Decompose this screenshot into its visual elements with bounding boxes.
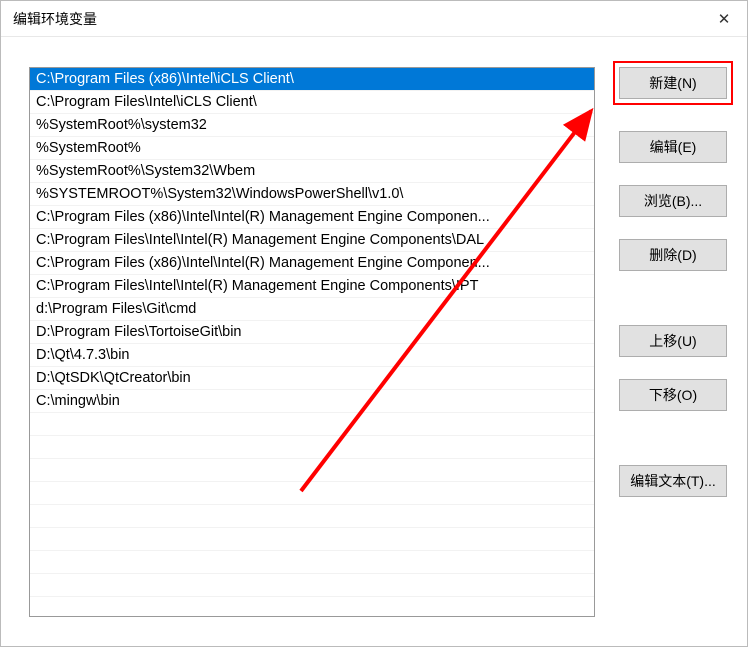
- list-item[interactable]: C:\Program Files\Intel\Intel(R) Manageme…: [30, 229, 594, 252]
- list-item[interactable]: C:\Program Files (x86)\Intel\Intel(R) Ma…: [30, 206, 594, 229]
- list-item[interactable]: %SystemRoot%\System32\Wbem: [30, 160, 594, 183]
- list-item: [30, 574, 594, 597]
- dialog-window: 编辑环境变量 ✕ C:\Program Files (x86)\Intel\iC…: [0, 0, 748, 647]
- list-item[interactable]: d:\Program Files\Git\cmd: [30, 298, 594, 321]
- content-area: C:\Program Files (x86)\Intel\iCLS Client…: [1, 37, 747, 646]
- browse-button[interactable]: 浏览(B)...: [619, 185, 727, 217]
- list-item[interactable]: D:\Qt\4.7.3\bin: [30, 344, 594, 367]
- list-item[interactable]: C:\Program Files\Intel\iCLS Client\: [30, 91, 594, 114]
- list-item: [30, 436, 594, 459]
- move-down-button[interactable]: 下移(O): [619, 379, 727, 411]
- list-item: [30, 459, 594, 482]
- dialog-title: 编辑环境变量: [13, 9, 97, 29]
- list-item: [30, 597, 594, 617]
- path-listbox[interactable]: C:\Program Files (x86)\Intel\iCLS Client…: [29, 67, 595, 617]
- list-item[interactable]: D:\QtSDK\QtCreator\bin: [30, 367, 594, 390]
- annotation-highlight: 新建(N): [613, 61, 733, 105]
- list-item: [30, 482, 594, 505]
- delete-button[interactable]: 删除(D): [619, 239, 727, 271]
- close-icon: ✕: [718, 10, 731, 28]
- edit-text-button[interactable]: 编辑文本(T)...: [619, 465, 727, 497]
- list-item: [30, 413, 594, 436]
- move-up-button[interactable]: 上移(U): [619, 325, 727, 357]
- list-item[interactable]: D:\Program Files\TortoiseGit\bin: [30, 321, 594, 344]
- list-item[interactable]: %SystemRoot%: [30, 137, 594, 160]
- list-item[interactable]: C:\Program Files (x86)\Intel\Intel(R) Ma…: [30, 252, 594, 275]
- titlebar: 编辑环境变量 ✕: [1, 1, 747, 37]
- list-item: [30, 528, 594, 551]
- edit-button[interactable]: 编辑(E): [619, 131, 727, 163]
- button-column: 新建(N) 编辑(E) 浏览(B)... 删除(D) 上移(U) 下移(O) 编…: [619, 67, 727, 626]
- list-item[interactable]: %SYSTEMROOT%\System32\WindowsPowerShell\…: [30, 183, 594, 206]
- list-item[interactable]: %SystemRoot%\system32: [30, 114, 594, 137]
- list-item: [30, 551, 594, 574]
- list-item: [30, 505, 594, 528]
- list-item[interactable]: C:\Program Files\Intel\Intel(R) Manageme…: [30, 275, 594, 298]
- list-item[interactable]: C:\Program Files (x86)\Intel\iCLS Client…: [30, 68, 594, 91]
- list-item[interactable]: C:\mingw\bin: [30, 390, 594, 413]
- new-button[interactable]: 新建(N): [619, 67, 727, 99]
- close-button[interactable]: ✕: [701, 1, 747, 37]
